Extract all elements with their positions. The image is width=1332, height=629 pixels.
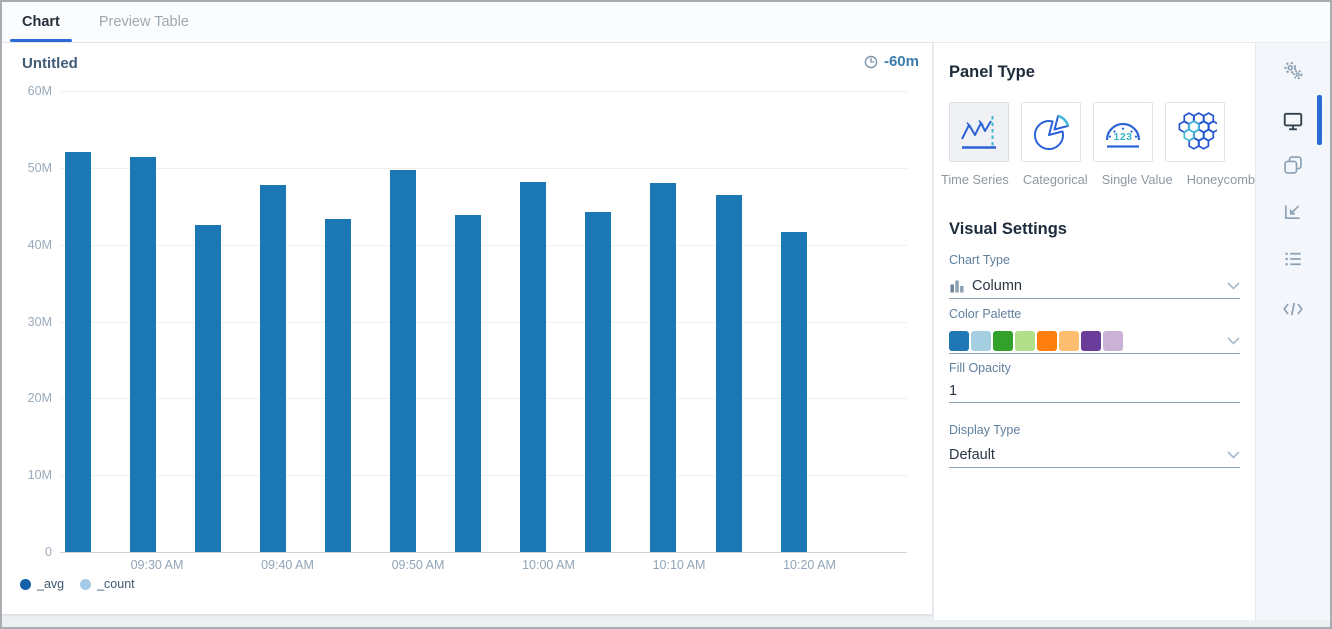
y-tick-label: 50M xyxy=(6,161,52,175)
display-type-select[interactable]: Default xyxy=(949,443,1240,468)
color-palette-label: Color Palette xyxy=(949,307,1021,321)
single-value-icon: 123 xyxy=(1101,110,1145,154)
tab-preview-table-label: Preview Table xyxy=(99,14,189,30)
visual-settings-heading: Visual Settings xyxy=(949,220,1067,239)
chart-builder-window: Chart Preview Table Untitled -60m 09:30 … xyxy=(0,0,1332,629)
x-tick-label: 10:00 AM xyxy=(504,558,594,572)
list-icon[interactable] xyxy=(1282,248,1304,270)
copy-icon[interactable] xyxy=(1282,154,1304,176)
settings-panel: Panel Type xyxy=(933,43,1255,620)
axes-icon[interactable] xyxy=(1282,200,1304,222)
chart-type-label: Chart Type xyxy=(949,253,1010,267)
y-tick-label: 40M xyxy=(6,238,52,252)
time-series-icon xyxy=(957,110,1001,154)
bar xyxy=(65,152,91,552)
palette-swatch xyxy=(1103,331,1123,351)
display-type-value: Default xyxy=(949,447,1227,463)
panel-type-heading: Panel Type xyxy=(949,63,1035,82)
fill-opacity-input[interactable] xyxy=(949,379,1240,403)
panel-type-captions: Time Series Categorical Single Value Hon… xyxy=(941,172,1255,187)
panel-type-time-series[interactable] xyxy=(949,102,1009,162)
chevron-down-icon xyxy=(1227,337,1240,345)
chart-card: Untitled -60m 09:30 AM09:40 AM09:50 AM10… xyxy=(2,43,932,614)
bar xyxy=(390,170,416,552)
chevron-down-icon xyxy=(1227,282,1240,290)
legend-item[interactable]: _count xyxy=(80,577,135,591)
active-tool-indicator xyxy=(1317,95,1322,145)
x-tick-label: 09:40 AM xyxy=(243,558,333,572)
gridline xyxy=(60,168,907,169)
palette-swatch xyxy=(971,331,991,351)
x-tick-label: 10:20 AM xyxy=(765,558,855,572)
bar xyxy=(260,185,286,552)
panel-type-options: 123 xyxy=(949,102,1225,162)
time-range-control[interactable]: -60m xyxy=(863,53,919,70)
bar xyxy=(325,219,351,552)
bar xyxy=(455,215,481,552)
legend-label: _avg xyxy=(37,577,64,591)
chart-title: Untitled xyxy=(22,55,78,72)
tab-chart-label: Chart xyxy=(22,14,60,30)
tab-chart[interactable]: Chart xyxy=(10,2,72,42)
time-range-label: -60m xyxy=(884,53,919,70)
legend-dot xyxy=(80,579,91,590)
tab-preview-table[interactable]: Preview Table xyxy=(87,2,201,42)
bar xyxy=(520,182,546,552)
palette-swatch xyxy=(993,331,1013,351)
panel-type-single-value[interactable]: 123 xyxy=(1093,102,1153,162)
legend-item[interactable]: _avg xyxy=(20,577,64,591)
x-axis-line xyxy=(60,552,907,553)
honeycomb-icon xyxy=(1173,110,1217,154)
clock-icon xyxy=(863,54,879,70)
color-palette-select[interactable] xyxy=(949,329,1240,354)
panel-type-honeycomb[interactable] xyxy=(1165,102,1225,162)
side-toolbar xyxy=(1255,43,1330,620)
palette-swatch xyxy=(1037,331,1057,351)
fill-opacity-label: Fill Opacity xyxy=(949,361,1011,375)
y-tick-label: 60M xyxy=(6,84,52,98)
palette-swatch xyxy=(1081,331,1101,351)
palette-swatch xyxy=(1015,331,1035,351)
svg-text:123: 123 xyxy=(1113,131,1132,143)
palette-swatch xyxy=(949,331,969,351)
chart-type-select[interactable]: Column xyxy=(949,274,1240,299)
y-tick-label: 0 xyxy=(6,545,52,559)
plot-area: 09:30 AM09:40 AM09:50 AM10:00 AM10:10 AM… xyxy=(60,91,907,552)
y-tick-label: 10M xyxy=(6,468,52,482)
monitor-icon[interactable] xyxy=(1282,110,1304,132)
x-tick-label: 09:30 AM xyxy=(112,558,202,572)
panel-type-label-time-series: Time Series xyxy=(941,172,1009,187)
bar xyxy=(585,212,611,552)
y-tick-label: 20M xyxy=(6,391,52,405)
column-chart-icon xyxy=(949,278,965,294)
y-tick-label: 30M xyxy=(6,315,52,329)
chart-type-value: Column xyxy=(972,278,1227,294)
palette-swatch xyxy=(1059,331,1079,351)
gears-icon[interactable] xyxy=(1282,60,1304,82)
code-icon[interactable] xyxy=(1282,298,1304,320)
bar xyxy=(195,225,221,552)
panel-type-label-single-value: Single Value xyxy=(1102,172,1173,187)
panel-type-label-categorical: Categorical xyxy=(1023,172,1088,187)
bar xyxy=(130,157,156,552)
x-tick-label: 09:50 AM xyxy=(373,558,463,572)
legend-label: _count xyxy=(97,577,135,591)
panel-type-label-honeycomb: Honeycomb xyxy=(1187,172,1255,187)
panel-type-categorical[interactable] xyxy=(1021,102,1081,162)
bar xyxy=(650,183,676,552)
legend-dot xyxy=(20,579,31,590)
chevron-down-icon xyxy=(1227,451,1240,459)
gridline xyxy=(60,91,907,92)
bar xyxy=(716,195,742,552)
palette-swatches xyxy=(949,331,1125,351)
display-type-label: Display Type xyxy=(949,423,1020,437)
legend: _avg _count xyxy=(20,577,135,591)
x-tick-label: 10:10 AM xyxy=(634,558,724,572)
bar xyxy=(781,232,807,552)
categorical-icon xyxy=(1029,110,1073,154)
tab-bar: Chart Preview Table xyxy=(2,2,1330,43)
